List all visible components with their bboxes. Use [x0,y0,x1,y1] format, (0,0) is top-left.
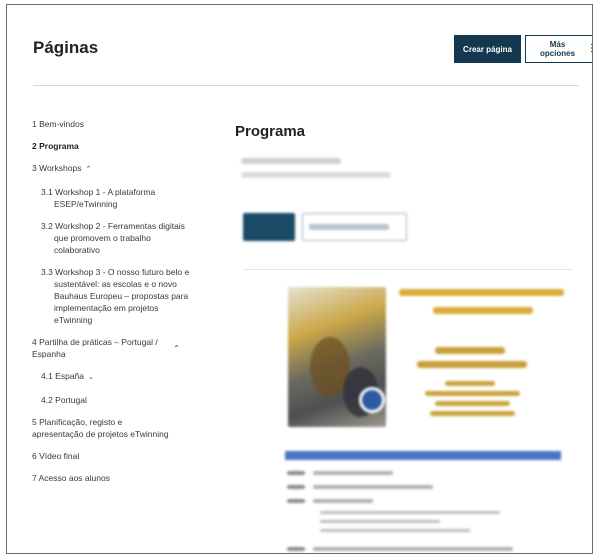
chevron-up-icon[interactable]: ⌃ [173,343,180,355]
create-page-button[interactable]: Crear página [454,35,521,63]
kebab-menu-icon: ⋮ [587,44,592,54]
more-options-button[interactable]: Más opciones ⋮ [525,35,592,63]
nav-item-video-final[interactable]: 6 Vídeo final [32,450,202,462]
content-title: Programa [235,123,306,140]
page-metadata-blurred [241,158,401,178]
edit-button-blurred[interactable] [243,213,295,241]
nav-item-portugal[interactable]: 4.2 Portugal [32,394,202,406]
nav-item-planificacao[interactable]: 5 Planificação, registo e apresentação d… [32,416,202,440]
nav-item-bem-vindos[interactable]: 1 Bem-vindos [32,118,202,130]
pages-panel: Páginas Crear página Más opciones ⋮ 1 Be… [6,4,593,554]
nav-item-acesso-alunos[interactable]: 7 Acesso aos alunos [32,472,202,484]
nav-item-workshop-2[interactable]: 3.2 Workshop 2 - Ferramentas digitais qu… [32,220,202,256]
nav-item-workshop-1[interactable]: 3.1 Workshop 1 - A plataforma ESEP/eTwin… [32,186,202,210]
nav-item-partilha[interactable]: 4 Partilha de práticas – Portugal / Espa… [32,336,202,360]
header-divider [33,85,579,86]
more-options-label: Más opciones [539,40,576,58]
nav-item-workshop-3[interactable]: 3.3 Workshop 3 - O nosso futuro belo e s… [32,266,202,326]
chevron-down-icon[interactable]: ⌄ [88,374,94,381]
secondary-button-blurred[interactable] [302,213,407,241]
content-divider [243,269,573,270]
chevron-up-icon[interactable]: ⌃ [85,166,91,173]
flyer-band [285,451,561,460]
pages-nav: 1 Bem-vindos 2 Programa 3 Workshops ⌃ 3.1… [32,118,202,494]
programme-flyer-image [275,275,575,553]
flyer-title-blurred [393,287,565,323]
nav-item-espana[interactable]: 4.1 España ⌄ [32,370,202,384]
etwinning-logo-icon [359,387,385,413]
page-title: Páginas [33,38,99,57]
nav-item-programa[interactable]: 2 Programa [32,140,202,152]
nav-item-workshops[interactable]: 3 Workshops ⌃ [32,162,202,176]
